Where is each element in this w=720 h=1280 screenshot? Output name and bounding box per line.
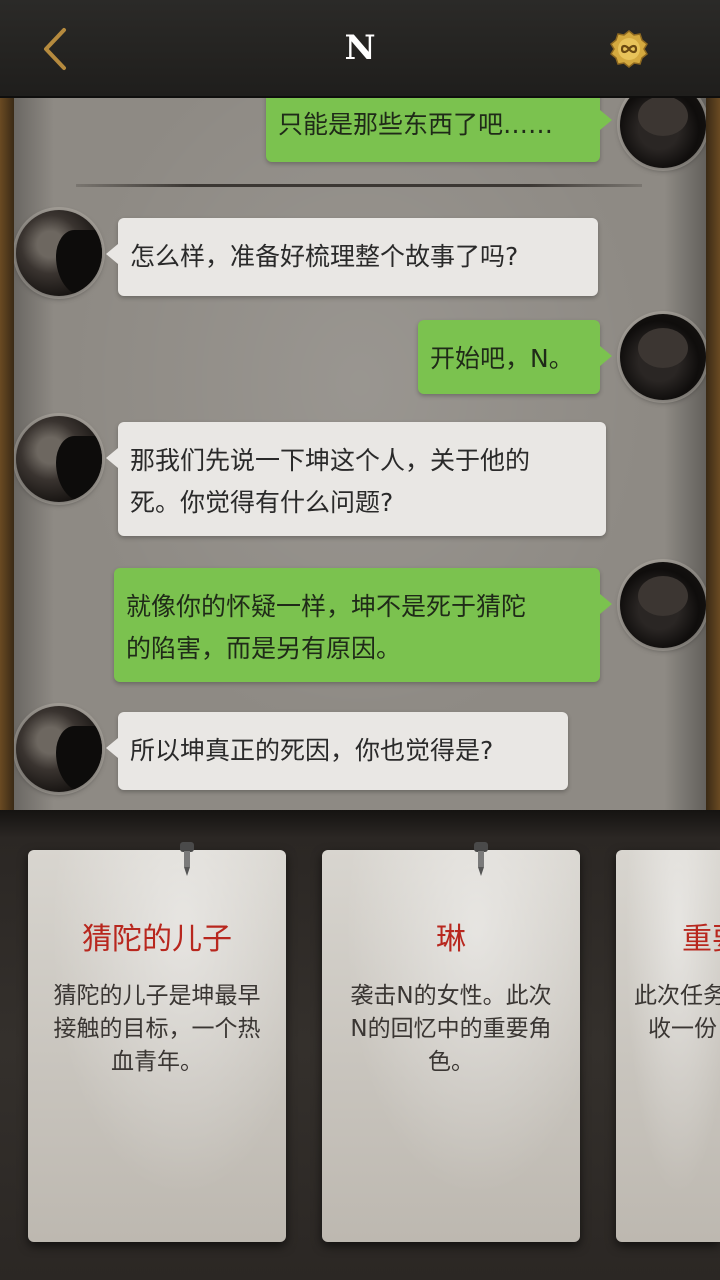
chat-area[interactable]: 只能是那些东西了吧…… 怎么样，准备好梳理整个故事了吗? 开始吧，N。 那我们先…: [14, 98, 706, 810]
my-message-bubble: 只能是那些东西了吧……: [266, 98, 612, 162]
n-avatar[interactable]: [16, 416, 102, 502]
message-text-line: 死。你觉得有什么问题?: [130, 488, 394, 517]
card-title: 猜陀的儿子: [82, 922, 232, 957]
message-text: 所以坤真正的死因，你也觉得是?: [130, 736, 494, 765]
card-tray[interactable]: 猜陀的儿子 猜陀的儿子是坤最早 接触的目标，一个热 血青年。 琳 袭击N的女性。…: [0, 810, 720, 1280]
card-line: 色。: [428, 1049, 474, 1075]
card-description: 袭击N的女性。此次 N的回忆中的重要角 色。: [338, 980, 564, 1079]
infinity-coin-button[interactable]: [610, 30, 648, 68]
n-message-bubble: 怎么样，准备好梳理整个故事了吗?: [106, 218, 598, 296]
card-title: 重要: [682, 922, 720, 957]
my-avatar[interactable]: [620, 98, 706, 168]
message-text: 怎么样，准备好梳理整个故事了吗?: [130, 242, 519, 271]
my-avatar[interactable]: [620, 562, 706, 648]
clue-card[interactable]: 重要 此次任务 收一份: [616, 850, 720, 1242]
n-avatar[interactable]: [16, 706, 102, 792]
card-line: 此次任务: [634, 983, 720, 1009]
card-description: 猜陀的儿子是坤最早 接触的目标，一个热 血青年。: [44, 980, 270, 1079]
n-message-bubble: 那我们先说一下坤这个人，关于他的 死。你觉得有什么问题?: [106, 422, 606, 536]
card-title: 琳: [436, 922, 466, 957]
pin-icon: [180, 842, 194, 876]
history-divider: [76, 184, 642, 187]
my-avatar[interactable]: [620, 314, 706, 400]
my-message-bubble: 开始吧，N。: [418, 320, 612, 394]
card-line: N的回忆中的重要角: [350, 1016, 552, 1042]
clue-card[interactable]: 猜陀的儿子 猜陀的儿子是坤最早 接触的目标，一个热 血青年。: [28, 842, 286, 1242]
pin-icon: [474, 842, 488, 876]
message-text-line: 就像你的怀疑一样，坤不是死于猜陀: [126, 592, 527, 621]
my-message-bubble: 就像你的怀疑一样，坤不是死于猜陀 的陷害，而是另有原因。: [114, 568, 612, 682]
n-avatar[interactable]: [16, 210, 102, 296]
top-bar: N: [0, 0, 720, 98]
card-line: 血青年。: [111, 1049, 203, 1075]
card-line: 猜陀的儿子是坤最早: [53, 983, 261, 1009]
message-text-line: 那我们先说一下坤这个人，关于他的: [130, 446, 531, 475]
message-text: 开始吧，N。: [430, 344, 574, 373]
clue-card[interactable]: 琳 袭击N的女性。此次 N的回忆中的重要角 色。: [322, 842, 580, 1242]
card-description: 此次任务 收一份: [634, 980, 720, 1046]
card-line: 收一份: [648, 1016, 717, 1042]
n-message-bubble: 所以坤真正的死因，你也觉得是?: [106, 712, 568, 790]
infinity-coin-icon: [610, 30, 648, 68]
message-text-line: 的陷害，而是另有原因。: [126, 634, 402, 663]
card-line: 袭击N的女性。此次: [350, 983, 552, 1009]
message-text: 只能是那些东西了吧……: [278, 110, 554, 139]
card-line: 接触的目标，一个热: [53, 1016, 261, 1042]
app-screen: N 只能是那些东西了吧…… 怎么样，准备好梳理整个故事了吗? 开始吧，N。 那我…: [0, 0, 720, 1280]
